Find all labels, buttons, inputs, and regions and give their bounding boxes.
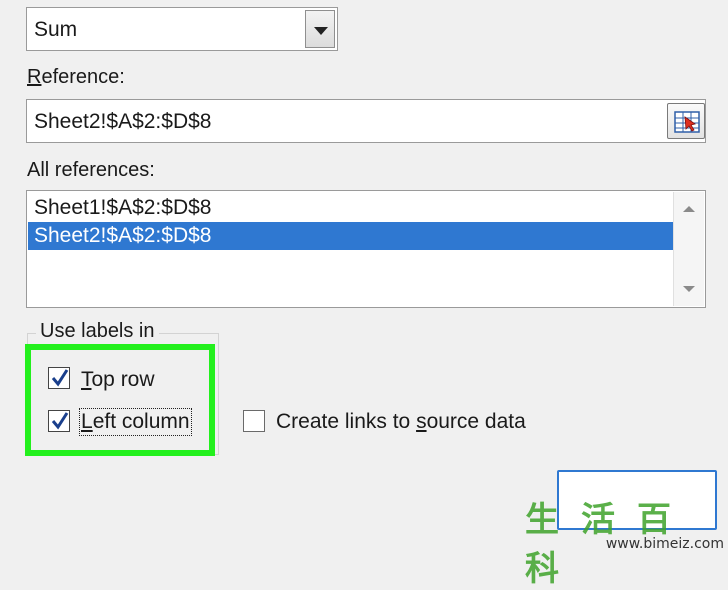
create-links-checkbox[interactable] (243, 410, 265, 432)
top-row-label[interactable]: Top row (81, 368, 155, 392)
list-item-selected[interactable]: Sheet2!$A$2:$D$8 (28, 222, 673, 250)
scroll-down-icon[interactable] (683, 286, 695, 292)
list-item[interactable]: Sheet1!$A$2:$D$8 (28, 194, 673, 222)
function-dropdown[interactable]: Sum (26, 7, 338, 51)
reference-input[interactable]: Sheet2!$A$2:$D$8 (26, 99, 706, 143)
scroll-up-icon[interactable] (683, 206, 695, 212)
checkmark-icon (51, 412, 69, 430)
left-column-label[interactable]: Left column (79, 408, 192, 436)
watermark: 生活百科 www.bimeiz.com (525, 492, 728, 589)
create-links-label[interactable]: Create links to source data (276, 410, 526, 434)
left-column-checkbox[interactable] (48, 410, 70, 432)
highlight-box (25, 344, 215, 456)
use-labels-title: Use labels in (36, 320, 159, 343)
checkmark-icon (51, 369, 69, 387)
list-scrollbar[interactable] (673, 192, 704, 306)
collapse-dialog-button[interactable] (667, 103, 705, 139)
all-references-label: All references: (27, 159, 155, 181)
dropdown-arrow-icon[interactable] (305, 10, 335, 48)
all-references-list[interactable]: Sheet1!$A$2:$D$8 Sheet2!$A$2:$D$8 (26, 190, 706, 308)
reference-value: Sheet2!$A$2:$D$8 (34, 110, 212, 133)
function-value: Sum (34, 18, 78, 41)
watermark-url: www.bimeiz.com (605, 536, 724, 552)
consolidate-dialog: Sum Reference: Sheet2!$A$2:$D$8 All refe… (0, 0, 728, 589)
reference-label: Reference: (27, 66, 125, 88)
range-select-icon (674, 111, 700, 133)
top-row-checkbox[interactable] (48, 367, 70, 389)
